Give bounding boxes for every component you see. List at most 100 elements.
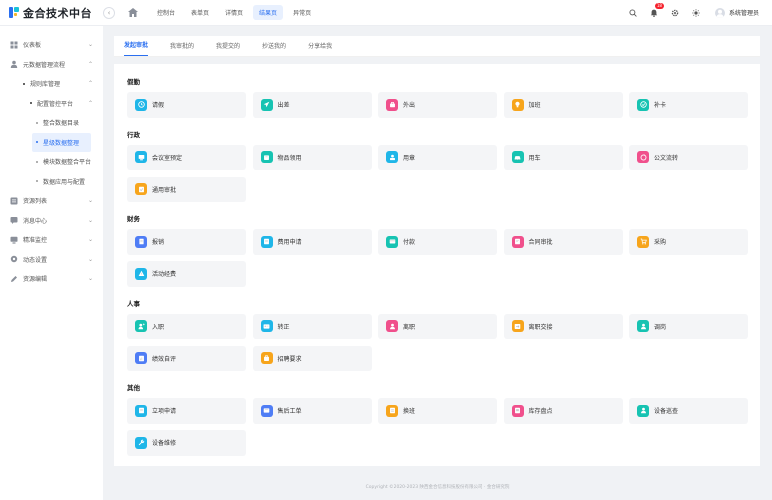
approval-card[interactable]: 公文流转	[629, 144, 748, 170]
sidebar-item-label: 资源编辑	[23, 276, 48, 284]
approval-card[interactable]: 补卡	[629, 92, 748, 118]
sidebar-item[interactable]: 规则库管理 ⌃	[0, 74, 103, 94]
top-header: 金合技术中台 ‹ 控制台 表单页 详情页 结果页 异常页 18 系统管理员	[0, 0, 772, 26]
approve-icon	[135, 183, 147, 196]
sidebar-item[interactable]: 元数据管理流程 ⌃	[0, 55, 103, 75]
sidebar-item[interactable]: 资源编辑 ⌄	[0, 269, 103, 289]
approval-card-label: 请假	[152, 102, 165, 110]
user-menu[interactable]: 系统管理员	[714, 7, 759, 18]
approval-card-label: 费用申请	[277, 239, 302, 247]
approval-card[interactable]: 换班	[378, 398, 497, 424]
inspect-icon	[637, 404, 649, 417]
sidebar-item-label: 动态设置	[23, 256, 48, 264]
footer-copyright: Copyright ©2020-2023 陕西金合信息科技股份有限公司 · 金合…	[365, 485, 510, 490]
sidebar-item[interactable]: 模块数据整合平台	[0, 152, 103, 172]
approval-card[interactable]: 会议室预定	[127, 144, 246, 170]
top-tab[interactable]: 表单页	[185, 5, 215, 20]
approval-card[interactable]: 合同审批	[503, 229, 623, 255]
approval-grid: 报销 费用申请 付款 合同审批 采购活动经费	[127, 229, 748, 287]
chevron-icon: ⌄	[87, 41, 93, 49]
approval-grid: 会议室预定 物品领用 用章 用车 公文流转通用审批	[127, 144, 748, 202]
sidebar-item-label: 仪表板	[23, 42, 42, 50]
approval-card[interactable]: 用章	[378, 144, 497, 170]
approval-card[interactable]: 转正	[252, 313, 372, 339]
sidebar: 仪表板 ⌄ 元数据管理流程 ⌃ 规则库管理 ⌃ 配置管控平台 ⌃ 整合数据目录 星级数据整理 模块数…	[0, 26, 103, 500]
approval-card[interactable]: 费用申请	[252, 229, 372, 255]
approval-tab[interactable]: 我审批的	[170, 41, 194, 56]
approval-card[interactable]: 请假	[127, 92, 246, 118]
notification-badge: 18	[654, 2, 664, 9]
approval-card[interactable]: 售后工单	[252, 398, 372, 424]
approval-card[interactable]: 绩效自评	[127, 345, 246, 371]
approval-card[interactable]: 库存盘点	[503, 398, 623, 424]
home-icon[interactable]	[125, 6, 141, 20]
approval-grid: 请假 出差 外出 加班 补卡	[127, 92, 748, 118]
box-icon	[260, 151, 273, 164]
top-tab[interactable]: 详情页	[219, 5, 249, 20]
approval-card[interactable]: 采购	[629, 229, 748, 255]
approval-card-label: 合同审批	[528, 239, 553, 247]
theme-icon[interactable]	[691, 8, 701, 18]
sidebar-item[interactable]: 精准监控 ⌄	[0, 230, 103, 250]
transfer-icon	[637, 320, 649, 333]
approval-card[interactable]: 招聘要求	[252, 345, 372, 371]
sidebar-item-label: 资源列表	[23, 198, 48, 206]
clock-icon	[135, 98, 147, 111]
approval-card[interactable]: 报销	[127, 229, 246, 255]
approval-card-label: 用车	[528, 154, 541, 162]
approval-card[interactable]: 调岗	[629, 313, 748, 339]
bullet-icon	[36, 141, 38, 144]
approval-card-label: 活动经费	[152, 271, 177, 279]
approval-tab[interactable]: 分享给我	[308, 41, 332, 56]
search-icon[interactable]	[628, 8, 638, 18]
approval-card[interactable]: 通用审批	[127, 176, 246, 202]
approval-card[interactable]: 物品领用	[252, 144, 372, 170]
approval-card-label: 物品领用	[277, 154, 302, 162]
approval-tab[interactable]: 抄送我的	[262, 41, 286, 56]
approval-card[interactable]: 付款	[378, 229, 497, 255]
chevron-icon: ⌃	[87, 80, 93, 88]
monitor-icon	[10, 236, 18, 244]
header-actions: 18 系统管理员	[628, 2, 772, 18]
sidebar-item[interactable]: 仪表板 ⌄	[0, 35, 103, 55]
chevron-icon: ⌃	[87, 99, 93, 107]
approval-card-label: 换班	[403, 408, 416, 416]
approval-card[interactable]: 入职	[127, 313, 246, 339]
approval-card[interactable]: 加班	[503, 92, 623, 118]
edit-icon	[10, 275, 18, 283]
sidebar-item[interactable]: 消息中心 ⌄	[0, 211, 103, 231]
approval-card[interactable]: 立项申请	[127, 398, 246, 424]
approval-card-label: 招聘要求	[277, 355, 302, 363]
top-tab[interactable]: 异常页	[287, 5, 317, 20]
approval-card[interactable]: 设备维修	[127, 430, 246, 456]
logo[interactable]: 金合技术中台	[0, 5, 103, 21]
top-nav-tabs: 控制台 表单页 详情页 结果页 异常页	[151, 5, 317, 20]
approval-card-label: 离职交接	[528, 323, 553, 331]
approval-card[interactable]: 活动经费	[127, 261, 246, 287]
approval-card[interactable]: 设备巡查	[629, 398, 748, 424]
sidebar-item-label: 消息中心	[23, 217, 48, 225]
user-icon	[10, 60, 18, 69]
approval-card[interactable]: 离职交接	[503, 313, 623, 339]
group-title: 财务	[127, 215, 140, 223]
approval-card[interactable]: 出差	[252, 92, 372, 118]
sidebar-item[interactable]: 配置管控平台 ⌃	[0, 94, 103, 114]
settings-icon[interactable]	[670, 8, 680, 18]
top-tab[interactable]: 结果页	[253, 5, 284, 20]
bell-icon[interactable]: 18	[649, 2, 664, 18]
approval-tab[interactable]: 我提交的	[216, 41, 240, 56]
recruit-icon	[260, 352, 273, 365]
top-tab[interactable]: 控制台	[151, 5, 181, 20]
sidebar-item[interactable]: 动态设置 ⌄	[0, 250, 103, 270]
collapse-sidebar-button[interactable]: ‹	[103, 6, 115, 19]
sidebar-item[interactable]: 数据应用与配置	[0, 172, 103, 192]
sidebar-item[interactable]: 整合数据目录	[0, 113, 103, 133]
sidebar-item[interactable]: 星级数据整理	[32, 132, 91, 152]
approval-card[interactable]: 离职	[378, 313, 497, 339]
approval-card-label: 用章	[403, 154, 416, 162]
approval-card[interactable]: 用车	[503, 144, 623, 170]
chevron-icon: ⌃	[87, 60, 93, 68]
approval-card[interactable]: 外出	[378, 92, 497, 118]
sidebar-item[interactable]: 资源列表 ⌄	[0, 191, 103, 211]
approval-tab[interactable]: 发起审批	[124, 40, 149, 56]
